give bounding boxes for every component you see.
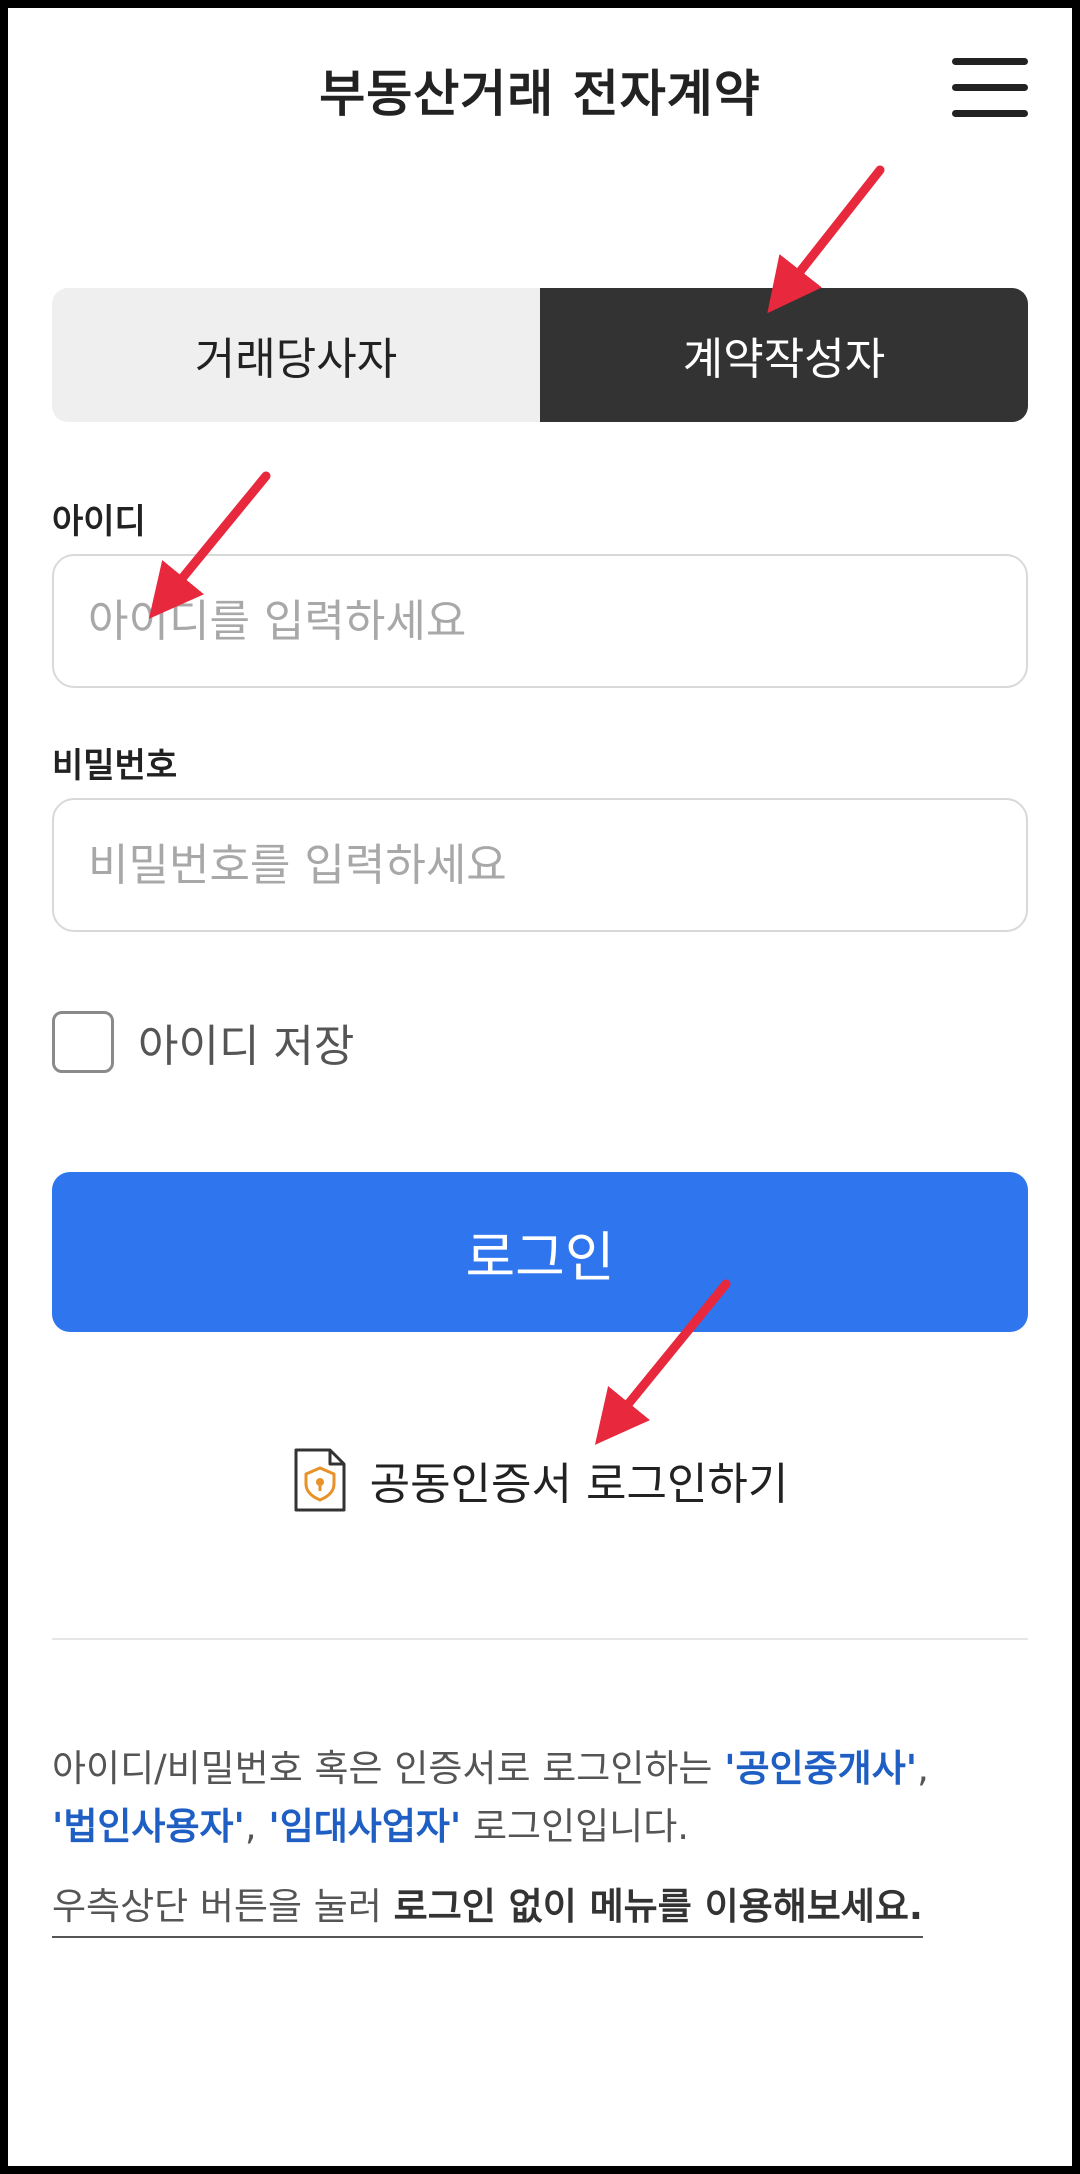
- password-input[interactable]: [52, 798, 1028, 932]
- id-input[interactable]: [52, 554, 1028, 688]
- hint-bold-text: 로그인 없이 메뉴를 이용해보세요.: [393, 1885, 923, 1928]
- remember-id-toggle[interactable]: 아이디 저장: [52, 1008, 354, 1076]
- certificate-lock-icon: [294, 1448, 346, 1512]
- no-login-menu-hint[interactable]: 우측상단 버튼을 눌러 로그인 없이 메뉴를 이용해보세요.: [52, 1876, 923, 1938]
- login-button[interactable]: 로그인: [52, 1172, 1028, 1332]
- section-divider: [52, 1638, 1028, 1640]
- id-label: 아이디: [52, 502, 146, 542]
- remember-id-label: 아이디 저장: [138, 1021, 355, 1072]
- info-text: 아이디/비밀번호 혹은 인증서로 로그인하는: [52, 1747, 725, 1790]
- menu-bar: [952, 84, 1028, 91]
- tab-transaction-party[interactable]: 거래당사자: [52, 288, 540, 422]
- hint-text: 우측상단 버튼을 눌러: [52, 1885, 394, 1928]
- info-separator: ,: [244, 1805, 269, 1848]
- login-info-text: 아이디/비밀번호 혹은 인증서로 로그인하는 '공인중개사', '법인사용자', …: [52, 1740, 1042, 1856]
- info-text-suffix: 로그인입니다.: [461, 1805, 690, 1848]
- annotation-arrow: [767, 165, 885, 314]
- user-type-tabs: 거래당사자 계약작성자: [52, 288, 1028, 422]
- info-highlight-landlord: '임대사업자': [268, 1805, 462, 1848]
- hamburger-menu-icon[interactable]: [952, 58, 1028, 118]
- password-label: 비밀번호: [52, 746, 178, 786]
- tab-contract-writer[interactable]: 계약작성자: [540, 288, 1028, 422]
- info-separator: ,: [917, 1747, 929, 1790]
- info-highlight-corporate: '법인사용자': [52, 1805, 245, 1848]
- remember-id-checkbox[interactable]: [52, 1011, 114, 1073]
- page-title: 부동산거래 전자계약: [319, 65, 761, 123]
- certificate-login-link[interactable]: 공동인증서 로그인하기: [0, 1444, 1080, 1516]
- menu-bar: [952, 110, 1028, 117]
- info-highlight-broker: '공인중개사': [724, 1747, 918, 1790]
- certificate-login-label: 공동인증서 로그인하기: [369, 1459, 789, 1510]
- app-header: 부동산거래 전자계약: [0, 40, 1080, 130]
- menu-bar: [952, 58, 1028, 65]
